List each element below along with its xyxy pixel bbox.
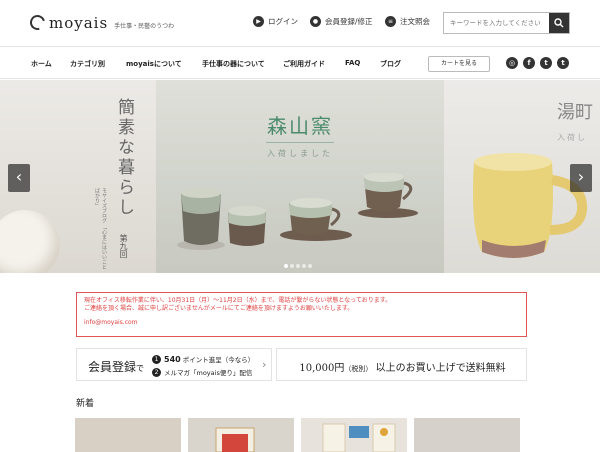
slide-moriyama-title: 森山窯 [267, 114, 333, 138]
notice-box: 現在オフィス移転作業に伴い、10月31日（月）〜11月2日（水）まで、電話が繋が… [76, 292, 527, 337]
logo-tagline: 手仕事・民藝のうつわ [114, 23, 175, 30]
logo[interactable]: moyais 手仕事・民藝のうつわ [27, 12, 175, 33]
user-icon: ● [310, 16, 321, 27]
carousel-dot[interactable] [290, 264, 294, 268]
list-icon: ≡ [385, 16, 396, 27]
slide-moriyama-sub: 入荷しました [267, 149, 333, 158]
carousel-dot[interactable] [296, 264, 300, 268]
shipping-promo-text: 10,000円（税別） 以上のお買い上げで送料無料 [277, 359, 528, 374]
slide-blog-title: 簡素な暮らし [114, 98, 134, 218]
nav-home[interactable]: ホーム [31, 59, 52, 69]
nav-about[interactable]: moyaisについて [126, 59, 182, 69]
search-icon [554, 18, 564, 28]
instagram-icon[interactable]: ◎ [506, 57, 518, 69]
login-label: ログイン [268, 17, 298, 26]
logo-text: moyais [49, 14, 109, 32]
facebook-icon[interactable]: f [523, 57, 535, 69]
twitter-icon[interactable]: t [540, 57, 552, 69]
shipping-tax: （税別） [344, 365, 373, 373]
member-promo-title: 会員登録で [88, 358, 144, 375]
cup-image [0, 210, 60, 273]
slide-blog-issue: 第九回 [119, 234, 128, 258]
nav-blog[interactable]: ブログ [380, 59, 401, 69]
carousel-next-button[interactable]: › [570, 164, 592, 192]
login-icon: ▶ [253, 16, 264, 27]
nav-guide[interactable]: ご利用ガイド [283, 59, 325, 69]
notice-line-2: ご連絡を頂く場合、誠に申し訳ございませんがメールにてご連絡を頂けますようお願いい… [84, 305, 354, 312]
product-image [215, 427, 255, 452]
main-nav: ホーム カテゴリ別 moyaisについて 手仕事の器について ご利用ガイド FA… [0, 46, 600, 79]
slide-blog-sub: モヤイズブログ 「心まにはいいことばかり」 [94, 188, 107, 270]
chevron-right-icon: › [262, 358, 267, 371]
benefit-points-text: ポイント進呈（今なら） [182, 356, 255, 364]
member-promo-banner[interactable]: 会員登録で 1 540 ポイント進呈（今なら） 2 メルマガ「moyais便り」… [76, 348, 272, 381]
shipping-amount: 10,000円 [299, 363, 345, 374]
shipping-promo-banner: 10,000円（税別） 以上のお買い上げで送料無料 [276, 348, 527, 381]
notice-line-1: 現在オフィス移転作業に伴い、10月31日（月）〜11月2日（水）まで、電話が繋が… [84, 297, 392, 304]
product-thumbnail[interactable] [301, 418, 407, 452]
product-image [322, 423, 396, 452]
shipping-condition: 以上のお買い上げで送料無料 [375, 363, 506, 374]
pottery-image [177, 173, 418, 250]
carousel-prev-button[interactable]: ‹ [8, 164, 30, 192]
hero-carousel[interactable]: 簡素な暮らし モヤイズブログ 「心まにはいいことばかり」 第九回 森山窯 入荷し… [0, 80, 600, 273]
nav-category[interactable]: カテゴリ別 [70, 59, 105, 69]
product-thumbnail[interactable] [188, 418, 294, 452]
login-link[interactable]: ▶ ログイン [253, 16, 298, 27]
carousel-dots [284, 264, 314, 268]
nav-faq[interactable]: FAQ [345, 59, 360, 67]
notice-email-link[interactable]: info@moyais.com [84, 319, 519, 327]
slide-moriyama[interactable]: 森山窯 入荷しました [156, 80, 444, 273]
member-benefit-2: 2 メルマガ「moyais便り」配信 [152, 367, 252, 377]
carousel-dot[interactable] [308, 264, 312, 268]
benefit-points: 540 [164, 354, 181, 364]
tumblr-icon[interactable]: t [557, 57, 569, 69]
carousel-dot[interactable] [302, 264, 306, 268]
carousel-dot[interactable] [284, 264, 288, 268]
order-label: 注文照会 [400, 17, 430, 26]
logo-mark-icon [27, 12, 48, 33]
divider [266, 142, 334, 143]
search-box [443, 12, 570, 34]
product-thumbnail[interactable] [75, 418, 181, 452]
member-benefit-1: 1 540 ポイント進呈（今なら） [152, 354, 254, 364]
benefit-number-2: 2 [152, 367, 161, 377]
cart-button[interactable]: カートを見る [428, 56, 490, 72]
new-arrivals-title: 新着 [76, 399, 95, 409]
order-link[interactable]: ≡ 注文照会 [385, 16, 430, 27]
member-promo-de: で [136, 364, 145, 373]
register-label: 会員登録/修正 [325, 17, 373, 26]
nav-handcraft[interactable]: 手仕事の器について [202, 59, 265, 69]
search-input[interactable] [444, 13, 550, 33]
search-button[interactable] [549, 13, 569, 33]
site-header: moyais 手仕事・民藝のうつわ ▶ ログイン ● 会員登録/修正 ≡ 注文照… [0, 0, 600, 46]
member-promo-main: 会員登録 [88, 360, 137, 374]
benefit-number-1: 1 [152, 354, 161, 364]
register-link[interactable]: ● 会員登録/修正 [310, 16, 373, 27]
benefit-newsletter-text: メルマガ「moyais便り」配信 [164, 369, 253, 377]
product-thumbnail[interactable] [414, 418, 520, 452]
